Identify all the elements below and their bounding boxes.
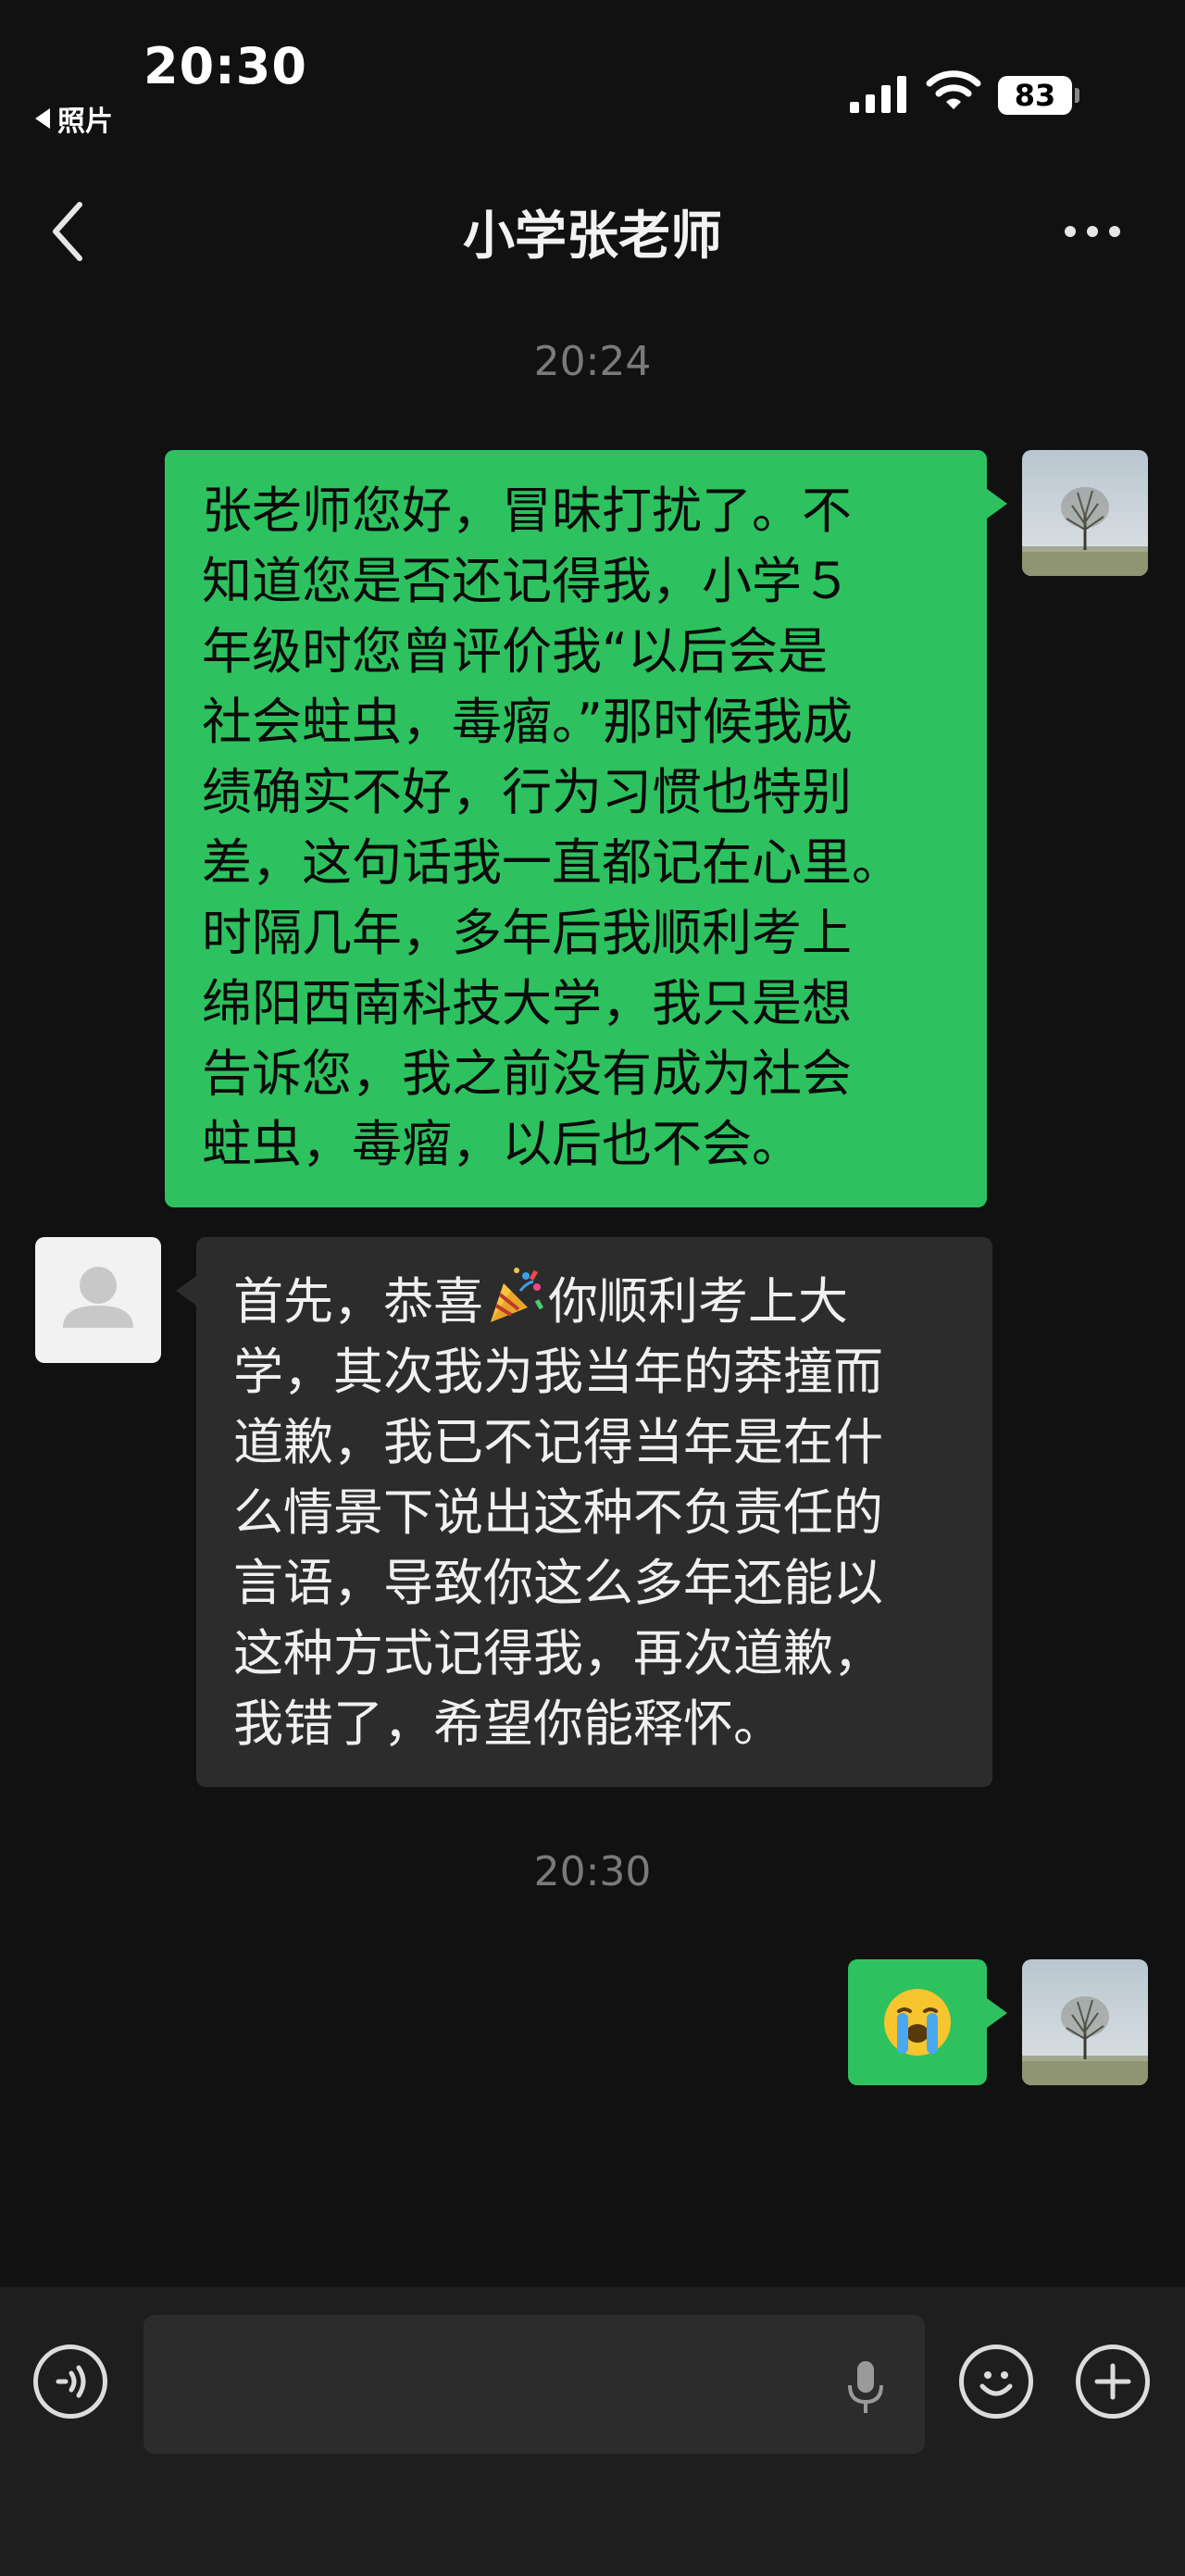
default-user-icon xyxy=(35,1237,161,1363)
message-line: 告诉您，我之前没有成为社会 xyxy=(202,1044,852,1103)
message-input[interactable] xyxy=(143,2315,925,2454)
message-line: 社会蛀虫，毒瘤。”那时候我成 xyxy=(202,693,853,751)
tree-landscape-icon xyxy=(1022,450,1148,576)
more-options-icon[interactable] xyxy=(1065,213,1129,250)
chat-header: 小学张老师 xyxy=(0,176,1185,287)
teacher-avatar[interactable] xyxy=(35,1237,161,1363)
message-line: 学，其次我为我当年的莽撞而 xyxy=(233,1343,883,1401)
back-triangle-icon xyxy=(35,108,50,129)
microphone-icon[interactable] xyxy=(845,2359,886,2415)
sent-message-bubble[interactable]: 张老师您好，冒昧打扰了。不 知道您是否还记得我，小学５ 年级时您曾评价我“以后会… xyxy=(165,450,1007,1207)
message-timestamp: 20:24 xyxy=(533,338,652,385)
message-line: 绩确实不好，行为习惯也特别 xyxy=(202,763,852,821)
back-to-app-link[interactable]: 照片 xyxy=(35,98,113,139)
message-line: 首先，恭喜 你顺利考上大 xyxy=(233,1263,955,1337)
party-popper-icon xyxy=(491,1268,544,1322)
message-line: 我错了，希望你能释怀。 xyxy=(233,1694,783,1753)
wifi-icon xyxy=(926,70,981,109)
my-avatar[interactable] xyxy=(1022,1959,1148,2085)
cellular-signal-icon xyxy=(850,76,906,113)
received-message-bubble[interactable]: 首先，恭喜 你顺利考上大 学，其次我为我当年的莽撞而 道歉，我已不记得当年是在什… xyxy=(176,1237,992,1787)
voice-input-toggle-icon[interactable] xyxy=(33,2345,107,2419)
message-line: 差，这句话我一直都记在心里。 xyxy=(202,833,902,892)
message-timestamp: 20:30 xyxy=(533,1848,652,1895)
message-line: 时隔几年，多年后我顺利考上 xyxy=(202,904,852,962)
battery-indicator: 83 xyxy=(998,76,1079,115)
message-text: 首先，恭喜 xyxy=(233,1272,483,1331)
message-line: 言语，导致你这么多年还能以 xyxy=(233,1554,883,1612)
sent-emoji-bubble[interactable] xyxy=(848,1959,1007,2085)
message-text: 你顺利考上大 xyxy=(548,1272,848,1331)
message-line: 蛀虫，毒瘤，以后也不会。 xyxy=(202,1115,802,1173)
status-clock: 20:30 xyxy=(143,37,307,95)
message-line: 道歉，我已不记得当年是在什 xyxy=(233,1413,883,1471)
chat-input-bar xyxy=(0,2287,1185,2576)
loudly-crying-face-icon xyxy=(884,1989,951,2056)
message-line: 绵阳西南科技大学，我只是想 xyxy=(202,974,852,1032)
my-avatar[interactable] xyxy=(1022,450,1148,576)
message-line: 么情景下说出这种不负责任的 xyxy=(233,1483,883,1542)
message-line: 年级时您曾评价我“以后会是 xyxy=(202,622,828,681)
back-app-label: 照片 xyxy=(57,106,113,138)
more-actions-plus-icon[interactable] xyxy=(1076,2345,1150,2419)
chat-title: 小学张老师 xyxy=(463,206,722,267)
status-bar: 20:30 照片 83 xyxy=(0,0,1185,157)
message-line: 这种方式记得我，再次道歉， xyxy=(233,1624,883,1682)
tree-landscape-icon xyxy=(1022,1959,1148,2085)
emoji-picker-icon[interactable] xyxy=(959,2345,1033,2419)
message-line: 张老师您好，冒昧打扰了。不 xyxy=(202,481,852,540)
message-line: 知道您是否还记得我，小学５ xyxy=(202,552,852,610)
